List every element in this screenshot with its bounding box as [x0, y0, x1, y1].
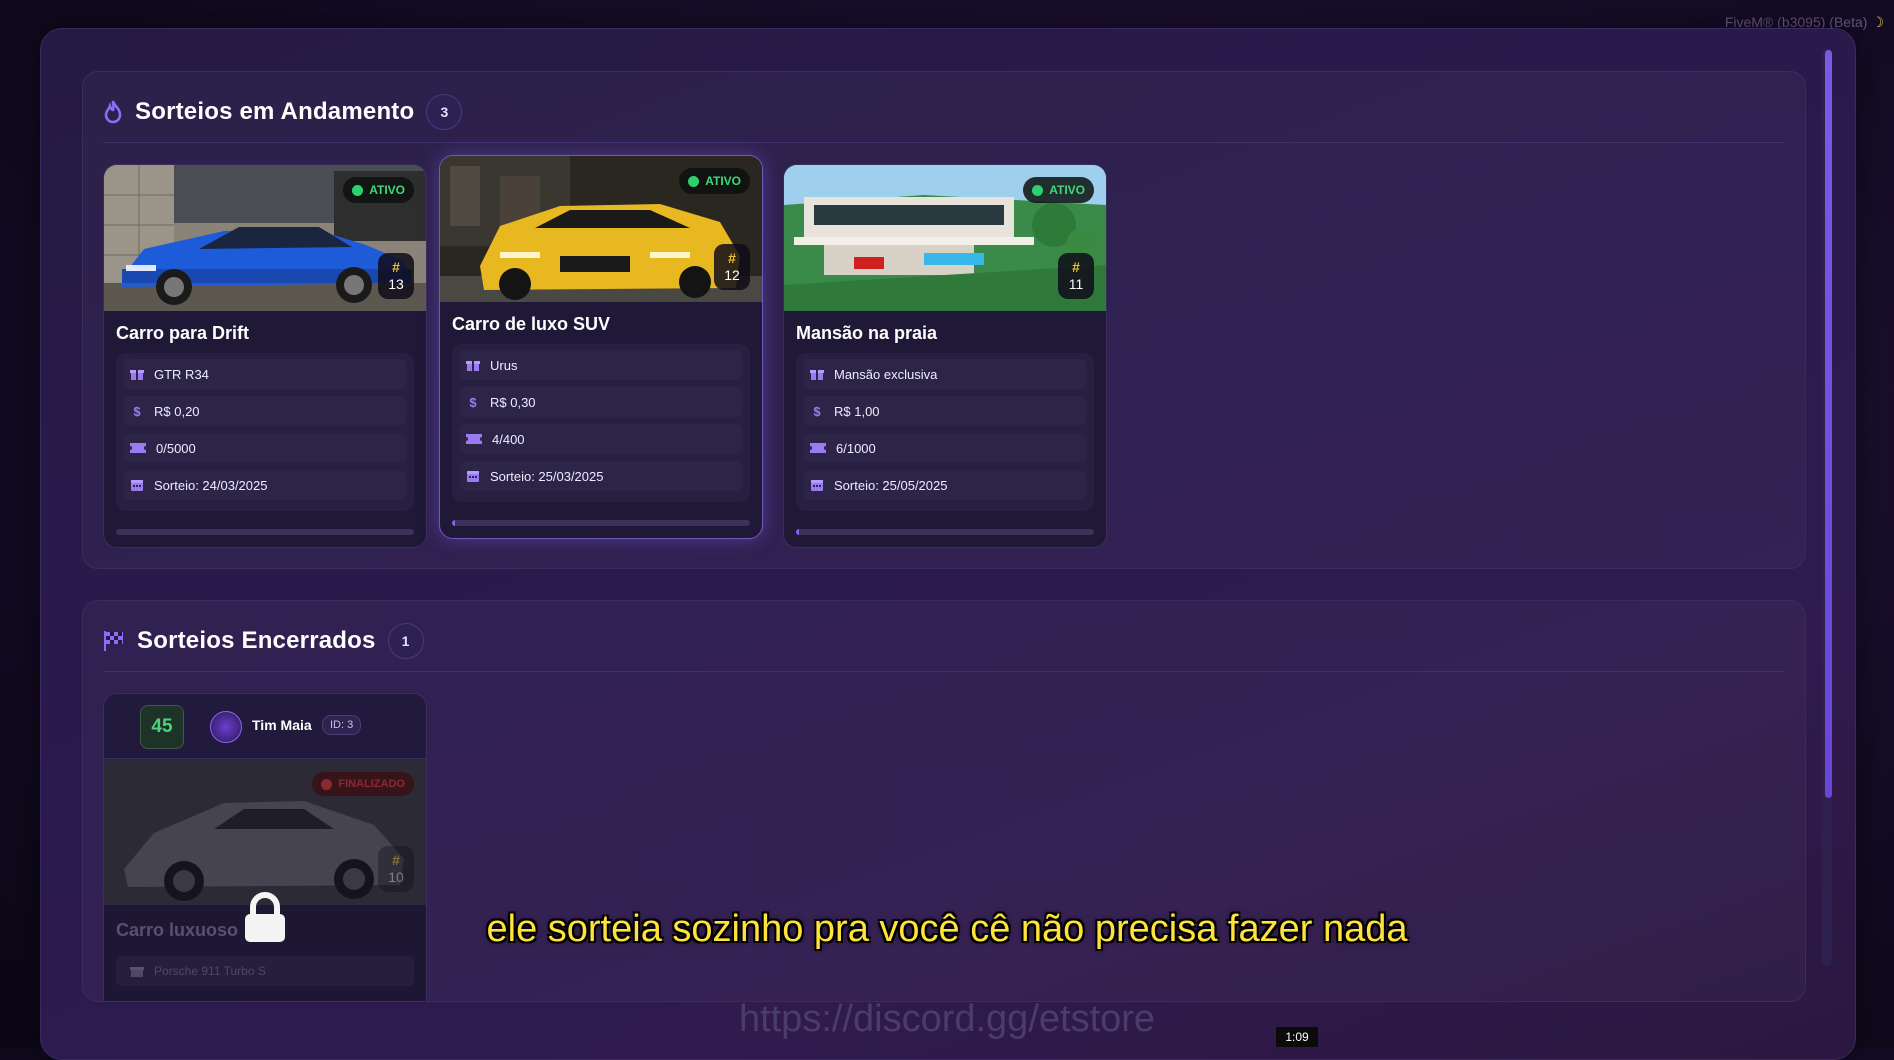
- prize-row: Mansão exclusiva: [804, 359, 1086, 389]
- price-row: $ R$ 0,20: [124, 396, 406, 426]
- price-row: $ R$ 1,00: [804, 396, 1086, 426]
- prize-row: GTR R34: [124, 359, 406, 389]
- moon-icon: ☽: [1871, 14, 1884, 30]
- winner-id-badge: ID: 3: [322, 715, 362, 735]
- draw-date-row: Sorteio: 25/03/2025: [460, 461, 742, 491]
- tickets-row: 4/400: [460, 424, 742, 454]
- ticket-icon: [466, 434, 482, 444]
- draw-date-row: Sorteio: 25/05/2025: [804, 470, 1086, 500]
- status-badge-active: ATIVO: [1023, 177, 1094, 203]
- section-title: Sorteios Encerrados: [137, 627, 376, 654]
- raffle-card[interactable]: ATIVO #13 Carro para Drift GTR R34 $ R$ …: [103, 164, 427, 548]
- ticket-icon: [810, 443, 826, 453]
- gift-icon: [810, 370, 824, 380]
- winner-header: 45 Tim Maia ID: 3: [104, 694, 426, 759]
- raffle-number-badge: #10: [378, 846, 414, 892]
- progress-bar: [452, 520, 750, 526]
- progress-bar: [796, 529, 1094, 535]
- count-badge: 3: [426, 94, 463, 130]
- calendar-icon: [467, 471, 479, 482]
- raffle-info: Mansão exclusiva $ R$ 1,00 6/1000 Sortei…: [796, 353, 1094, 511]
- status-dot-icon: [1032, 184, 1044, 196]
- dollar-icon: $: [469, 394, 477, 410]
- gift-icon: [466, 361, 480, 371]
- winner-name: Tim Maia: [252, 717, 312, 733]
- raffle-number-badge: #13: [378, 253, 414, 299]
- discord-url-watermark: https://discord.gg/etstore: [738, 998, 1156, 1040]
- gift-icon: [130, 967, 144, 977]
- divider: [103, 671, 1785, 672]
- tickets-row: 6/1000: [804, 433, 1086, 463]
- winner-avatar: [210, 711, 242, 743]
- calendar-icon: [811, 480, 823, 491]
- raffle-title: Carro de luxo SUV: [452, 314, 611, 334]
- calendar-icon: [131, 480, 143, 491]
- finished-raffle-card[interactable]: 45 Tim Maia ID: 3 FINALIZADO #10 Carro l…: [103, 693, 427, 1001]
- raffle-number-badge: #12: [714, 244, 750, 290]
- progress-bar: [116, 529, 414, 535]
- raffle-info: Urus $ R$ 0,30 4/400 Sorteio: 25/03/2025: [452, 344, 750, 502]
- price-row: $ R$ 0,30: [460, 387, 742, 417]
- status-badge-active: ATIVO: [679, 168, 750, 194]
- status-badge-active: ATIVO: [343, 177, 414, 203]
- divider: [103, 142, 1785, 143]
- raffle-title: Mansão na praia: [796, 323, 938, 343]
- raffle-card[interactable]: ATIVO #11 Mansão na praia Mansão exclusi…: [783, 164, 1107, 548]
- status-dot-icon: [688, 175, 700, 187]
- tickets-row: 0/5000: [124, 433, 406, 463]
- fire-icon: [103, 100, 123, 124]
- status-badge-finished: FINALIZADO: [312, 772, 414, 796]
- raffle-title: Carro para Drift: [116, 323, 250, 343]
- section-title: Sorteios em Andamento: [135, 98, 415, 125]
- count-badge: 1: [387, 623, 424, 659]
- status-dot-icon: [321, 778, 333, 790]
- video-subtitle: ele sorteia sozinho pra você cê não prec…: [486, 908, 1408, 950]
- raffle-number-badge: #11: [1058, 253, 1094, 299]
- ticket-icon: [130, 443, 146, 453]
- checkered-flag-icon: [103, 630, 125, 652]
- prize-row: Porsche 911 Turbo S: [116, 956, 414, 986]
- gift-icon: [130, 370, 144, 380]
- prize-row: Urus: [460, 350, 742, 380]
- draw-date-row: Sorteio: 24/03/2025: [124, 470, 406, 500]
- dollar-icon: $: [813, 403, 821, 419]
- winning-ticket: 45: [140, 705, 184, 749]
- dollar-icon: $: [133, 403, 141, 419]
- video-timecode: 1:09: [1276, 1027, 1318, 1047]
- scrollbar-thumb[interactable]: [1825, 50, 1832, 798]
- raffle-info: GTR R34 $ R$ 0,20 0/5000 Sorteio: 24/03/…: [116, 353, 414, 511]
- active-raffles-section: Sorteios em Andamento 3 ATIVO #13 Carro: [82, 71, 1806, 569]
- raffle-card[interactable]: ATIVO #12 Carro de luxo SUV Urus $ R$ 0,…: [439, 155, 763, 539]
- status-dot-icon: [352, 184, 364, 196]
